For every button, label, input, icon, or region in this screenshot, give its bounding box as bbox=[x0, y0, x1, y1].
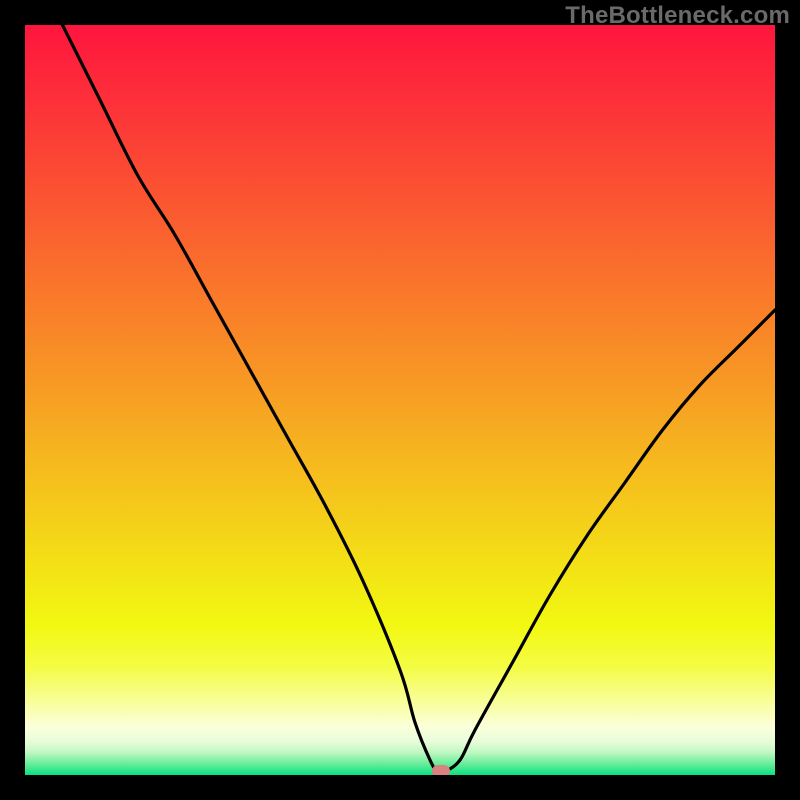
chart-frame: TheBottleneck.com bbox=[0, 0, 800, 800]
optimal-point-marker bbox=[432, 765, 450, 775]
plot-area bbox=[25, 25, 775, 775]
bottleneck-curve bbox=[25, 25, 775, 775]
watermark-text: TheBottleneck.com bbox=[565, 2, 790, 30]
